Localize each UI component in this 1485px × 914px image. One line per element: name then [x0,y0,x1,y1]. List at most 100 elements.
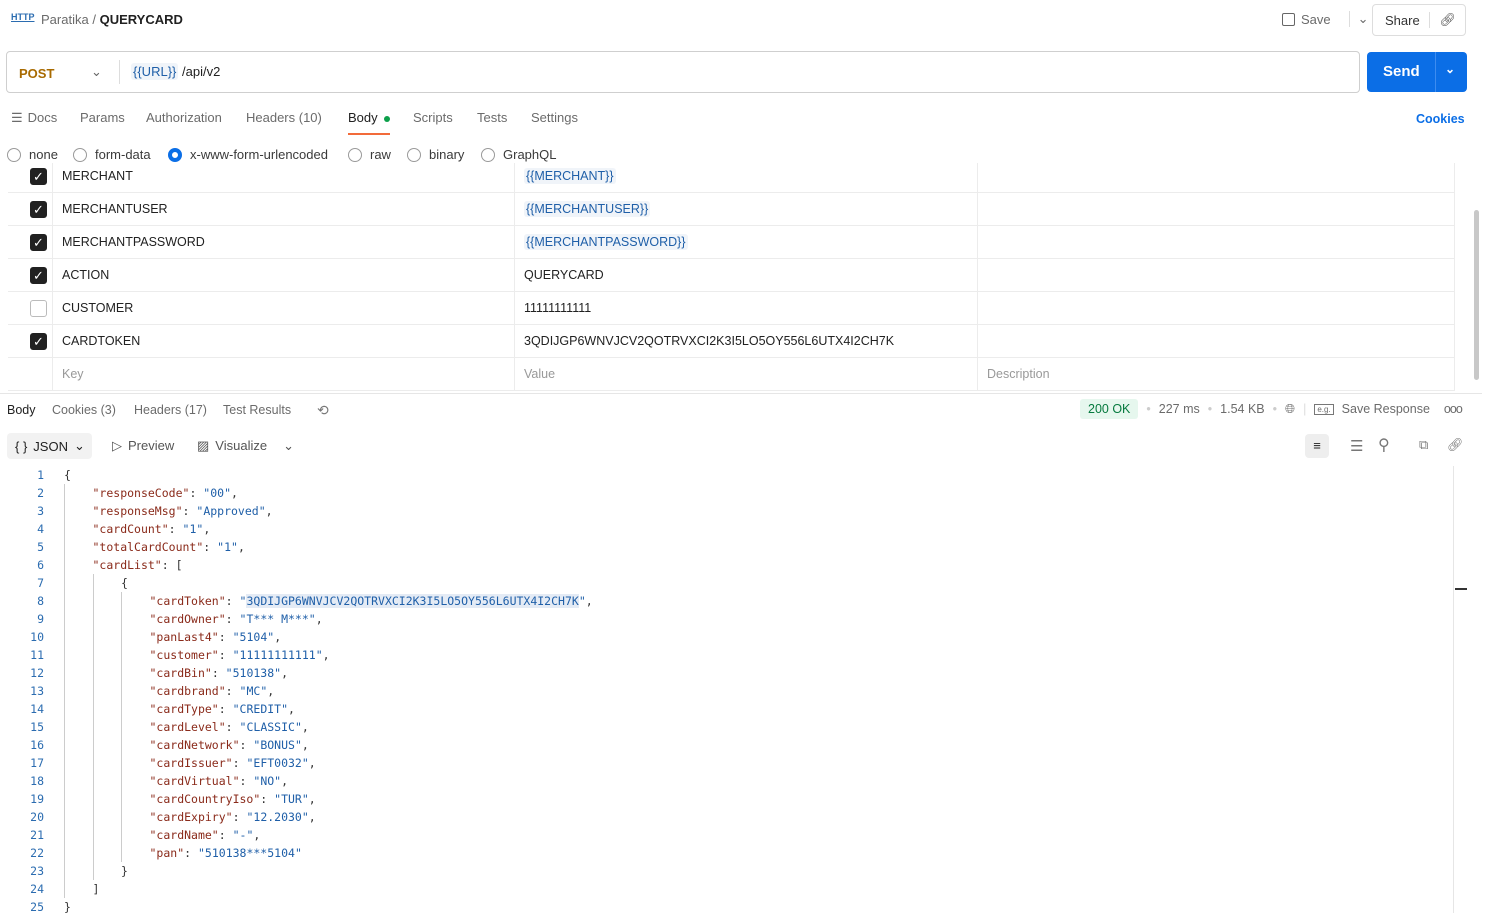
description-cell[interactable] [977,160,1455,193]
radio-raw[interactable]: raw [348,147,391,162]
filter-icon[interactable]: ☰ [1350,437,1363,455]
key-cell[interactable]: Key [52,358,514,391]
share-button[interactable]: Share 🔗︎ [1372,4,1466,36]
response-time[interactable]: 227 ms [1159,402,1200,416]
value-cell[interactable]: {{MERCHANTPASSWORD}} [514,226,977,259]
value-cell[interactable]: 11111111111 [514,292,977,325]
more-options-icon[interactable]: ooo [1444,402,1462,416]
value-cell[interactable]: {{MERCHANT}} [514,160,977,193]
json-value[interactable]: TUR [281,792,302,806]
radio-button[interactable] [73,148,87,162]
cookies-link[interactable]: Cookies [1416,112,1465,126]
wrap-lines-icon[interactable]: ≡ [1305,434,1329,458]
radio-button[interactable] [348,148,362,162]
json-comma: , [586,594,593,608]
response-tab-body[interactable]: Body [7,403,36,417]
value-cell[interactable]: {{MERCHANTUSER}} [514,193,977,226]
row-checkbox[interactable] [30,300,47,317]
json-value[interactable]: 00 [210,486,224,500]
value-cell[interactable]: QUERYCARD [514,259,977,292]
globe-lock-icon[interactable]: 🌐︎ [1285,402,1295,417]
radio-form-data[interactable]: form-data [73,147,151,162]
tab-settings[interactable]: Settings [531,110,578,125]
json-value[interactable]: T*** M*** [246,612,308,626]
response-tab-cookies[interactable]: Cookies (3) [52,403,116,417]
description-cell[interactable] [977,292,1455,325]
response-size[interactable]: 1.54 KB [1220,402,1264,416]
chevron-down-icon[interactable]: ⌄ [91,64,102,80]
key-cell[interactable]: CUSTOMER [52,292,514,325]
search-icon[interactable]: ⚲ [1378,435,1390,455]
tab-body[interactable]: Body [348,110,390,135]
json-value[interactable]: 510138 [233,666,275,680]
key-cell[interactable]: CARDTOKEN [52,325,514,358]
scrollbar[interactable] [1474,210,1479,380]
json-value[interactable]: Approved [203,504,258,518]
json-value[interactable]: MC [246,684,260,698]
description-cell[interactable] [977,259,1455,292]
json-value[interactable]: 3QDIJGP6WNVJCV2QOTRVXCI2K3I5LO5OY556L6UT… [246,594,578,608]
tab-params[interactable]: Params [80,110,125,125]
tab-scripts[interactable]: Scripts [413,110,453,125]
json-value[interactable]: NO [260,774,274,788]
radio-GraphQL[interactable]: GraphQL [481,147,556,162]
breadcrumb-workspace[interactable]: Paratika [41,12,89,27]
row-checkbox[interactable]: ✓ [30,168,47,185]
json-value[interactable]: CREDIT [240,702,282,716]
save-response-button[interactable]: Save Response [1342,402,1430,416]
description-cell[interactable]: Description [977,358,1455,391]
radio-button[interactable] [168,148,182,162]
response-tab-test[interactable]: Test Results [223,403,291,417]
json-value[interactable]: EFT0032 [253,756,301,770]
json-value[interactable]: CLASSIC [246,720,294,734]
link-icon[interactable]: 🔗︎ [1429,12,1465,28]
row-checkbox[interactable]: ✓ [30,201,47,218]
radio-button[interactable] [481,148,495,162]
response-tab-headers[interactable]: Headers (17) [134,403,207,417]
link-icon[interactable]: 🔗︎ [1447,437,1464,453]
radio-none[interactable]: none [7,147,58,162]
tab-headers[interactable]: Headers (10) [246,110,322,125]
description-cell[interactable] [977,325,1455,358]
description-cell[interactable] [977,226,1455,259]
code-line: "responseMsg": "Approved", [93,504,273,518]
description-cell[interactable] [977,193,1455,226]
method-select[interactable]: POST [19,66,54,81]
send-button[interactable]: Send ⌄ [1367,52,1467,92]
value-cell[interactable]: 3QDIJGP6WNVJCV2QOTRVXCI2K3I5LO5OY556L6UT… [514,325,977,358]
status-badge[interactable]: 200 OK [1080,399,1138,419]
request-name[interactable]: QUERYCARD [100,12,183,27]
copy-icon[interactable]: ⧉ [1419,437,1428,453]
radio-binary[interactable]: binary [407,147,464,162]
tab-authorization[interactable]: Authorization [146,110,222,125]
key-cell[interactable]: ACTION [52,259,514,292]
value-cell[interactable]: Value [514,358,977,391]
json-value[interactable]: 1 [224,540,231,554]
json-value[interactable]: 12.2030 [253,810,301,824]
url-input[interactable]: {{URL}} /api/v2 [131,64,220,79]
save-dropdown-chevron-icon[interactable]: ⌄ [1349,11,1369,27]
key-cell[interactable]: MERCHANT [52,160,514,193]
tab-docs[interactable]: ☰Docs [11,110,57,126]
preview-button[interactable]: ▷Preview [112,438,174,454]
key-cell[interactable]: MERCHANTPASSWORD [52,226,514,259]
history-icon[interactable]: ⟲ [317,402,329,419]
radio-button[interactable] [407,148,421,162]
json-value[interactable]: 5104 [240,630,268,644]
json-value[interactable]: 510138***5104 [205,846,295,860]
format-select[interactable]: { }JSON⌄ [7,433,92,459]
chevron-down-icon[interactable]: ⌄ [283,438,294,454]
tab-tests[interactable]: Tests [477,110,507,125]
json-value[interactable]: BONUS [260,738,295,752]
key-cell[interactable]: MERCHANTUSER [52,193,514,226]
send-dropdown-chevron-icon[interactable]: ⌄ [1445,62,1455,76]
radio-button[interactable] [7,148,21,162]
radio-x-www-form-urlencoded[interactable]: x-www-form-urlencoded [168,147,328,162]
save-button[interactable]: Save ⌄ [1282,11,1369,27]
json-value[interactable]: 11111111111 [240,648,316,662]
row-checkbox[interactable]: ✓ [30,267,47,284]
visualize-button[interactable]: ▨Visualize⌄ [197,438,294,454]
scroll-marker[interactable] [1455,588,1467,590]
row-checkbox[interactable]: ✓ [30,234,47,251]
row-checkbox[interactable]: ✓ [30,333,47,350]
